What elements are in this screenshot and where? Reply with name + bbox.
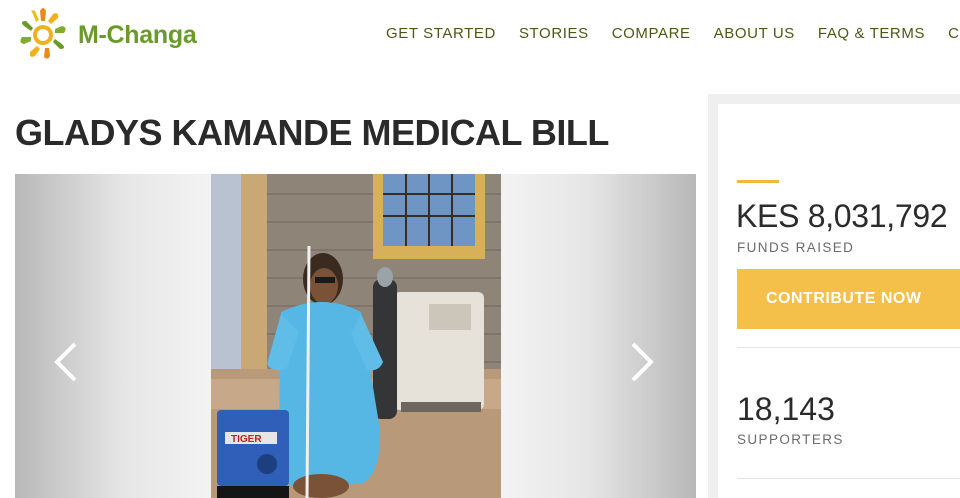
logo[interactable]: M-Changa — [14, 8, 197, 62]
campaign-photo: TIGER — [211, 174, 501, 498]
campaign-photo-illustration: TIGER — [211, 174, 501, 498]
main-nav: GET STARTED STORIES COMPARE ABOUT US FAQ… — [386, 25, 960, 42]
chevron-left-icon — [54, 342, 77, 382]
image-carousel: TIGER — [15, 174, 696, 498]
nav-faq-terms[interactable]: FAQ & TERMS — [818, 25, 925, 42]
site-header: M-Changa GET STARTED STORIES COMPARE ABO… — [0, 0, 960, 68]
logo-text: M-Changa — [78, 20, 197, 49]
nav-get-started[interactable]: GET STARTED — [386, 25, 496, 42]
carousel-prev-button[interactable] — [51, 340, 81, 384]
nav-stories[interactable]: STORIES — [519, 25, 589, 42]
funds-raised-amount: KES 8,031,792 — [736, 198, 948, 234]
campaign-title: GLADYS KAMANDE MEDICAL BILL — [15, 112, 609, 153]
supporters-count: 18,143 — [737, 391, 835, 427]
nav-compare[interactable]: COMPARE — [612, 25, 691, 42]
generator-label: TIGER — [231, 434, 262, 445]
funds-raised-label: FUNDS RAISED — [737, 240, 855, 255]
carousel-next-button[interactable] — [627, 340, 657, 384]
stats-divider-bottom — [737, 478, 960, 479]
nav-about-us[interactable]: ABOUT US — [714, 25, 795, 42]
nav-contact-truncated[interactable]: CO — [948, 25, 960, 42]
supporters-label: SUPPORTERS — [737, 432, 844, 447]
contribute-now-button[interactable]: CONTRIBUTE NOW — [737, 269, 960, 329]
accent-line — [737, 180, 779, 183]
sun-logo-icon — [20, 8, 66, 59]
chevron-right-icon — [631, 342, 654, 382]
stats-divider — [737, 347, 960, 348]
